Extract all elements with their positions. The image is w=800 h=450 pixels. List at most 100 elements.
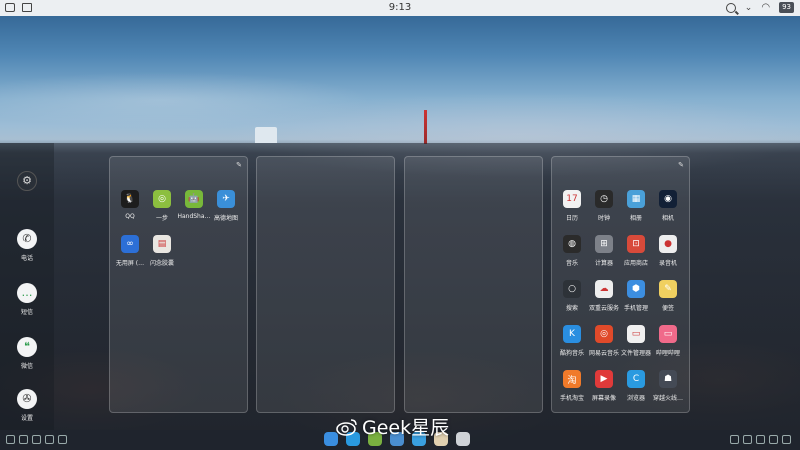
app-shortcut[interactable]: 🐧 QQ [113,190,147,220]
app-icon: ○ [563,280,581,298]
dock-item-phone[interactable]: ✆ 电话 [0,229,54,262]
app-icon: ◉ [659,190,677,208]
app-icon: ∞ [121,235,139,253]
gear-icon: ⚙ [17,171,37,191]
app-shortcut[interactable]: C 浏览器 [619,370,653,402]
app-icon: ⊞ [595,235,613,253]
edit-pencil-icon[interactable]: ✎ [678,161,684,169]
taskbar-button-icon[interactable] [782,435,791,444]
app-icon: ▶ [595,370,613,388]
app-label: 时钟 [597,215,610,222]
wechat-icon: ❝ [17,337,37,357]
message-icon: … [17,283,37,303]
app-shortcut[interactable]: ⊡ 应用商店 [619,235,653,267]
app-label: 屏幕录像 [591,395,616,402]
app-label: 手机管理 [623,305,648,312]
status-bar-right: ⌄ ◠ 93 [725,2,794,13]
app-label: 闪念胶囊 [149,260,174,267]
app-icon: ● [659,235,677,253]
app-icon: ⊡ [627,235,645,253]
status-bar: 9:13 ⌄ ◠ 93 [0,0,800,16]
edit-pencil-icon[interactable]: ✎ [236,161,242,169]
trash-icon[interactable] [456,432,470,446]
app-icon: ◎ [153,190,171,208]
app-shortcut[interactable]: 17 日历 [555,190,589,222]
app-icon: ✎ [659,280,677,298]
taskbar-button-icon[interactable] [32,435,41,444]
app-shortcut[interactable]: ▦ 相册 [619,190,653,222]
app-shortcut[interactable]: ∞ 无用屏 (… [113,235,147,267]
app-icon: ◷ [595,190,613,208]
app-shortcut[interactable]: 🤖 HandSha… [177,190,211,220]
app-icon: ⬢ [627,280,645,298]
app-shortcut[interactable]: ☁ 双重云服务 [587,280,621,312]
app-icon: 🐧 [121,190,139,208]
dock-item-settings[interactable]: ✇ 设置 [0,389,54,422]
taskbar-button-icon[interactable] [45,435,54,444]
app-label: 一步 [155,215,168,222]
dock-item-messages[interactable]: … 短信 [0,283,54,316]
search-icon[interactable] [725,2,736,13]
app-shortcut[interactable]: ⬢ 手机管理 [619,280,653,312]
app-icon: ◍ [563,235,581,253]
app-label: 应用商店 [623,260,648,267]
app-shortcut[interactable]: K 酷狗音乐 [555,325,589,357]
app-label: HandSha… [177,213,211,220]
app-shortcut[interactable]: ▤ 闪念胶囊 [145,235,179,267]
app-icon: ▭ [627,325,645,343]
app-shortcut[interactable]: ◍ 音乐 [555,235,589,267]
app-label: 高德地图 [213,215,238,222]
app-icon: K [563,325,581,343]
app-shortcut[interactable]: ● 录音机 [651,235,685,267]
app-label: 双重云服务 [588,305,619,312]
app-shortcut[interactable]: ◎ 一步 [145,190,179,222]
app-panel-1[interactable]: ✎ 🐧 QQ ◎ 一步 🤖 HandSha… ✈ 高德地图 ∞ 无用屏 (… ▤ 闪念胶囊 [109,156,248,413]
dock-item-label: 电话 [20,255,33,262]
taskbar-button-icon[interactable] [6,435,15,444]
watermark-text: Geek星辰 [362,417,450,439]
app-label: 相机 [661,215,674,222]
app-shortcut[interactable]: ◎ 网易云音乐 [587,325,621,357]
taskbar-button-icon[interactable] [730,435,739,444]
app-icon: ☁ [595,280,613,298]
dock-item-settings-shortcut[interactable]: ⚙ [0,171,54,191]
app-shortcut[interactable]: ⊞ 计算器 [587,235,621,267]
app-icon: ✈ [217,190,235,208]
app-icon: 🤖 [185,190,203,208]
app-label: 相册 [629,215,642,222]
app-panel-3[interactable] [404,156,543,413]
weibo-icon [336,418,357,436]
app-shortcut[interactable]: ✈ 高德地图 [209,190,243,222]
taskbar-button-icon[interactable] [19,435,28,444]
taskbar-left-buttons [6,435,67,444]
app-label: 日历 [565,215,578,222]
app-shortcut[interactable]: ✎ 便签 [651,280,685,312]
mercedes-settings-icon: ✇ [17,389,37,409]
app-label: 浏览器 [626,395,645,402]
taskbar-button-icon[interactable] [769,435,778,444]
app-panel-4[interactable]: ✎ 17 日历 ◷ 时钟 ▦ 相册 ◉ 相机 ◍ 音乐 ⊞ 计算器 ⊡ 应用商店 ● 录音机 ○ 搜索 ☁ 双重云服务… [551,156,690,413]
app-panel-2[interactable] [256,156,395,413]
app-shortcut[interactable]: 淘手机淘宝 [555,370,589,402]
app-shortcut[interactable]: ☗ 穿越火线… [651,370,685,402]
app-shortcut[interactable]: ○ 搜索 [555,280,589,312]
dock-item-label: 设置 [20,415,33,422]
chevron-down-icon[interactable]: ⌄ [745,3,753,13]
wallpaper-building [255,127,277,143]
battery-indicator: 93 [779,2,794,13]
watermark: Geek星辰 [336,413,449,440]
dock-item-label: 微信 [20,363,33,370]
taskbar-right-buttons [730,435,791,444]
app-shortcut[interactable]: ◉ 相机 [651,190,685,222]
taskbar-button-icon[interactable] [743,435,752,444]
taskbar-button-icon[interactable] [58,435,67,444]
app-shortcut[interactable]: ▭ 哔哩哔哩 [651,325,685,357]
app-shortcut[interactable]: ▶ 屏幕录像 [587,370,621,402]
app-icon: ▭ [659,325,677,343]
app-shortcut[interactable]: ▭ 文件管理器 [619,325,653,357]
dock-item-wechat[interactable]: ❝ 微信 [0,337,54,370]
app-shortcut[interactable]: ◷ 时钟 [587,190,621,222]
app-label: 便签 [661,305,674,312]
taskbar-button-icon[interactable] [756,435,765,444]
app-icon: 淘 [563,370,581,388]
